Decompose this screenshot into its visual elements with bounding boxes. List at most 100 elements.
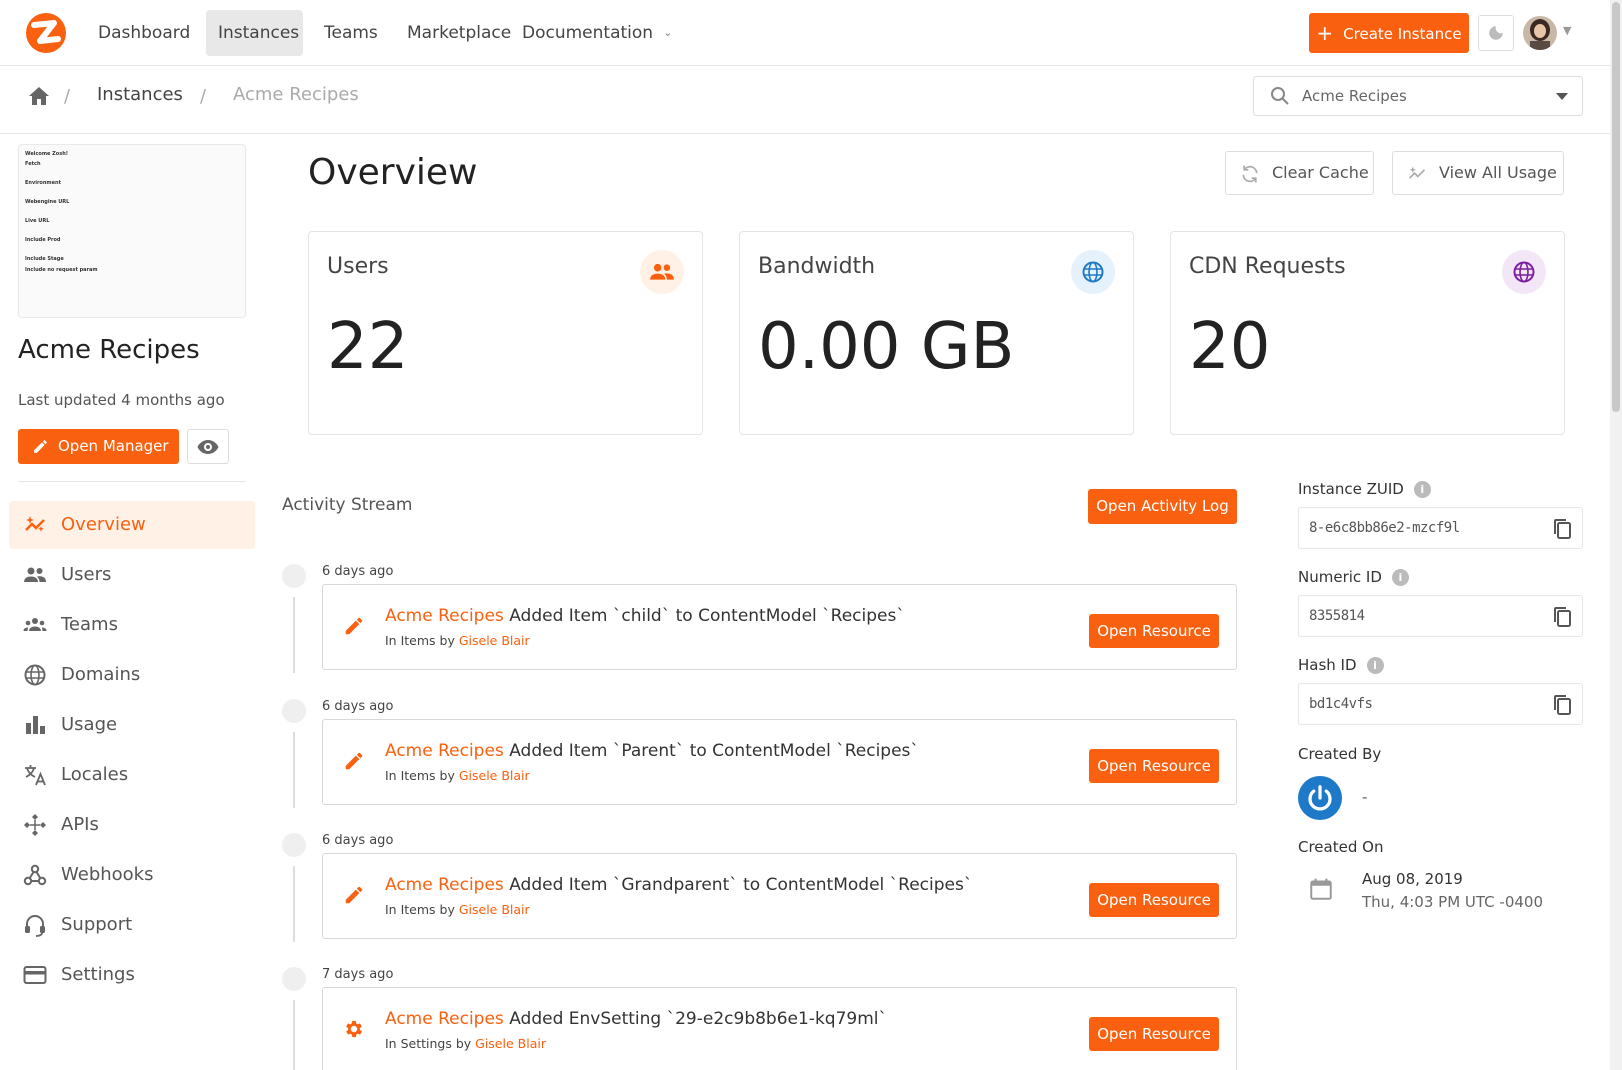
stat-value: 22 bbox=[327, 310, 409, 384]
copy-icon[interactable] bbox=[1550, 517, 1574, 541]
timeline-dot bbox=[282, 564, 306, 588]
zesty-logo[interactable] bbox=[24, 11, 68, 55]
stat-card-cdn-requests: CDN Requests 20 bbox=[1170, 231, 1565, 435]
nav-documentation[interactable]: Documentation ⌄ bbox=[510, 10, 684, 56]
breadcrumb-current: Acme Recipes bbox=[233, 84, 359, 105]
caret-down-icon bbox=[1556, 93, 1568, 100]
sidebar-item-usage[interactable]: Usage bbox=[9, 701, 255, 749]
calendar-icon bbox=[1310, 878, 1332, 900]
activity-user-link[interactable]: Gisele Blair bbox=[459, 902, 530, 917]
globe-icon bbox=[24, 664, 46, 686]
chevron-down-icon[interactable]: ▼ bbox=[1563, 24, 1571, 37]
teams-icon bbox=[23, 618, 47, 631]
thumb-line: Include Prod bbox=[25, 237, 61, 243]
eye-icon bbox=[197, 439, 219, 454]
instance-selector-value: Acme Recipes bbox=[1302, 87, 1407, 105]
sidebar-item-domains[interactable]: Domains bbox=[9, 651, 255, 699]
info-icon[interactable]: i bbox=[1413, 481, 1431, 498]
activity-instance-link[interactable]: Acme Recipes bbox=[385, 1009, 504, 1029]
info-icon[interactable]: i bbox=[1366, 657, 1384, 674]
plus-icon: + bbox=[1316, 21, 1334, 45]
open-manager-label: Open Manager bbox=[58, 437, 169, 455]
copy-icon[interactable] bbox=[1550, 693, 1574, 717]
thumb-line: Fetch bbox=[25, 161, 41, 167]
last-updated: Last updated 4 months ago bbox=[18, 391, 225, 409]
breadcrumb: / Instances / Acme Recipes Acme Recipes bbox=[0, 66, 1610, 134]
sidebar-item-webhooks[interactable]: Webhooks bbox=[9, 851, 255, 899]
stat-label: Users bbox=[327, 254, 389, 279]
translate-icon bbox=[25, 765, 46, 786]
sidebar-item-settings[interactable]: Settings bbox=[9, 951, 255, 999]
created-by-value: - bbox=[1362, 788, 1368, 806]
open-manager-button[interactable]: Open Manager bbox=[18, 429, 179, 464]
pencil-icon bbox=[345, 617, 363, 635]
sidebar-item-label: Domains bbox=[61, 664, 141, 685]
sidebar-item-locales[interactable]: Locales bbox=[9, 751, 255, 799]
sidebar-item-teams[interactable]: Teams bbox=[9, 601, 255, 649]
pencil-icon bbox=[345, 752, 363, 770]
activity-context: In Items by bbox=[385, 633, 459, 648]
sidebar-item-apis[interactable]: APIs bbox=[9, 801, 255, 849]
sidebar-item-label: Settings bbox=[61, 964, 135, 985]
activity-item: Acme Recipes Added Item `child` to Conte… bbox=[322, 584, 1237, 670]
timeline-line bbox=[293, 597, 295, 673]
numeric-id-field: 8355814 bbox=[1298, 595, 1583, 637]
activity-item: Acme Recipes Added Item `Grandparent` to… bbox=[322, 853, 1237, 939]
webhook-icon bbox=[23, 864, 47, 886]
sidebar-item-support[interactable]: Support bbox=[9, 901, 255, 949]
clear-cache-button[interactable]: Clear Cache bbox=[1225, 151, 1374, 195]
copy-icon[interactable] bbox=[1550, 605, 1574, 629]
nav-marketplace[interactable]: Marketplace bbox=[395, 10, 523, 56]
sparkle-icon bbox=[1408, 166, 1426, 179]
instance-selector[interactable]: Acme Recipes bbox=[1253, 76, 1583, 116]
activity-user-link[interactable]: Gisele Blair bbox=[459, 768, 530, 783]
clear-cache-label: Clear Cache bbox=[1272, 163, 1369, 182]
home-icon[interactable] bbox=[28, 86, 50, 106]
scrollbar-thumb[interactable] bbox=[1612, 2, 1620, 412]
users-icon bbox=[24, 567, 46, 582]
activity-instance-link[interactable]: Acme Recipes bbox=[385, 875, 504, 895]
activity-description: Added Item `child` to ContentModel `Reci… bbox=[503, 606, 905, 626]
open-resource-button[interactable]: Open Resource bbox=[1089, 883, 1219, 917]
timeline-line bbox=[293, 732, 295, 808]
create-instance-button[interactable]: + Create Instance bbox=[1309, 13, 1469, 53]
created-on-label: Created On bbox=[1298, 838, 1384, 856]
open-resource-button[interactable]: Open Resource bbox=[1089, 614, 1219, 648]
sidebar-item-label: Webhooks bbox=[61, 864, 154, 885]
nav-instances[interactable]: Instances bbox=[206, 10, 303, 56]
instance-zuid-field: 8-e6c8bb86e2-mzcf9l bbox=[1298, 507, 1583, 549]
activity-description: Added EnvSetting `29-e2c9b8b6e1-kq79ml` bbox=[503, 1009, 887, 1029]
create-instance-label: Create Instance bbox=[1343, 25, 1462, 43]
info-icon[interactable]: i bbox=[1391, 569, 1409, 586]
activity-user-link[interactable]: Gisele Blair bbox=[475, 1036, 546, 1051]
sidebar-item-users[interactable]: Users bbox=[9, 551, 255, 599]
view-all-usage-button[interactable]: View All Usage bbox=[1392, 151, 1564, 195]
open-resource-button[interactable]: Open Resource bbox=[1089, 1017, 1219, 1051]
chevron-down-icon: ⌄ bbox=[663, 26, 673, 39]
breadcrumb-instances[interactable]: Instances bbox=[97, 84, 183, 105]
user-avatar[interactable] bbox=[1523, 16, 1557, 50]
card-icon bbox=[23, 966, 47, 984]
nav-dashboard[interactable]: Dashboard bbox=[86, 10, 202, 56]
hash-id-value: bd1c4vfs bbox=[1309, 696, 1373, 712]
pencil-icon bbox=[345, 886, 363, 904]
stat-label: Bandwidth bbox=[758, 254, 876, 279]
activity-instance-link[interactable]: Acme Recipes bbox=[385, 741, 504, 761]
timeline-line bbox=[293, 866, 295, 942]
api-icon bbox=[24, 814, 46, 836]
numeric-id-value: 8355814 bbox=[1309, 608, 1365, 624]
thumb-line: Live URL bbox=[25, 218, 50, 224]
preview-button[interactable] bbox=[187, 429, 229, 464]
nav-teams[interactable]: Teams bbox=[312, 10, 390, 56]
activity-user-link[interactable]: Gisele Blair bbox=[459, 633, 530, 648]
open-resource-button[interactable]: Open Resource bbox=[1089, 749, 1219, 783]
users-icon bbox=[640, 250, 684, 294]
open-activity-log-button[interactable]: Open Activity Log bbox=[1088, 489, 1237, 524]
created-on-time: Thu, 4:03 PM UTC -0400 bbox=[1362, 893, 1544, 911]
sidebar-item-label: Users bbox=[61, 564, 112, 585]
activity-instance-link[interactable]: Acme Recipes bbox=[385, 606, 504, 626]
sidebar-item-label: Teams bbox=[61, 614, 118, 635]
page-scrollbar[interactable] bbox=[1610, 0, 1622, 1070]
sidebar-item-overview[interactable]: Overview bbox=[9, 501, 255, 549]
dark-mode-toggle[interactable] bbox=[1478, 15, 1514, 51]
